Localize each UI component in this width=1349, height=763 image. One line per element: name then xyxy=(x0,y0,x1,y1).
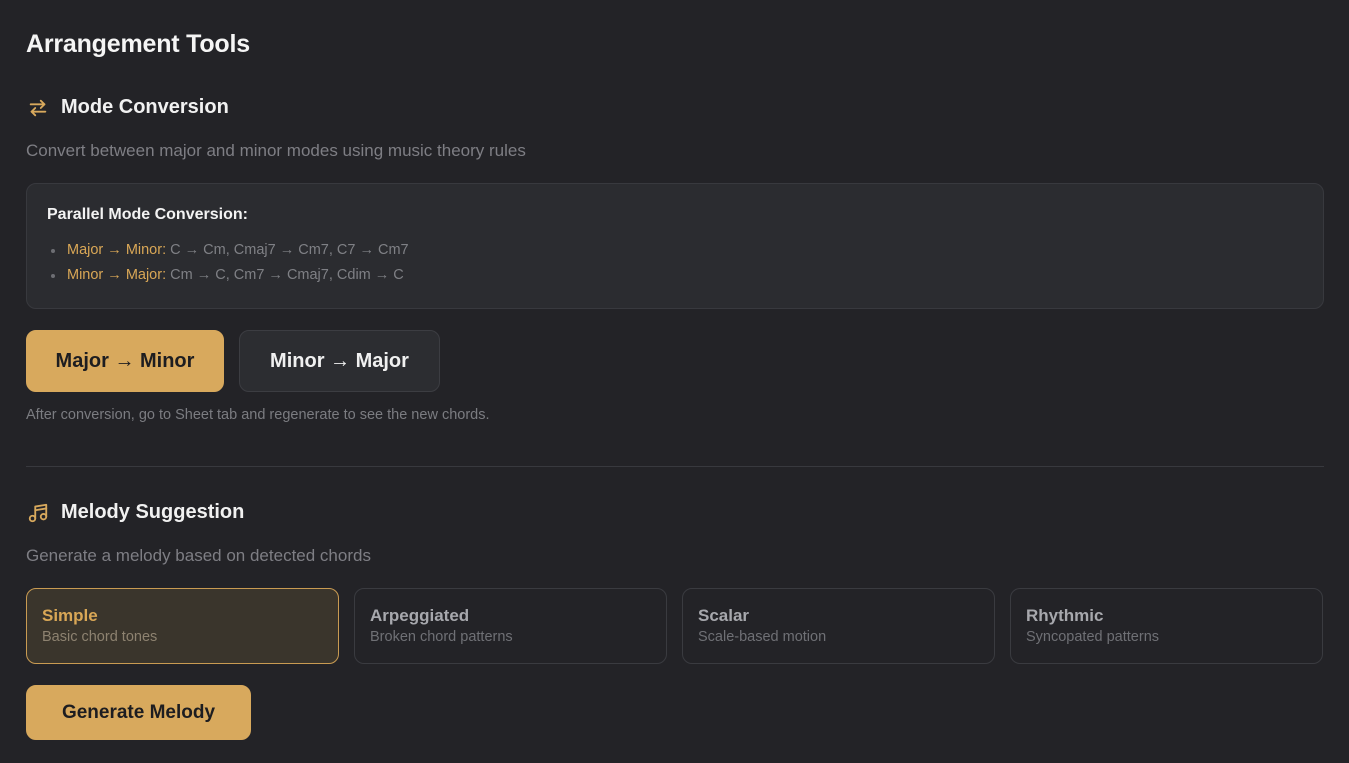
arrangement-tools-panel: Arrangement Tools Mode Conversion Conver… xyxy=(0,0,1349,763)
conversion-hint: After conversion, go to Sheet tab and re… xyxy=(26,407,490,423)
generate-melody-button[interactable]: Generate Melody xyxy=(26,685,251,740)
major-to-minor-button[interactable]: Major → Minor xyxy=(26,330,224,392)
rule-label: Minor → Major: xyxy=(67,267,167,283)
parallel-mode-info-box: Parallel Mode Conversion: Major → Minor:… xyxy=(26,183,1324,309)
style-title: Scalar xyxy=(698,606,750,625)
melody-style-arpeggiated[interactable]: Arpeggiated Broken chord patterns xyxy=(354,588,667,664)
conversion-rules-list: Major → Minor: C → Cm, Cmaj7 → Cm7, C7 →… xyxy=(47,238,1303,288)
mode-conversion-description: Convert between major and minor modes us… xyxy=(26,141,526,160)
list-item: Major → Minor: C → Cm, Cmaj7 → Cm7, C7 →… xyxy=(51,238,1303,263)
style-title: Rhythmic xyxy=(1026,606,1104,625)
music-notes-icon xyxy=(26,501,49,524)
rule-text: Cm → C, Cm7 → Cmaj7, Cdim → C xyxy=(170,267,404,283)
rule-label: Major → Minor: xyxy=(67,242,167,258)
info-box-title: Parallel Mode Conversion: xyxy=(47,206,248,223)
melody-suggestion-title: Melody Suggestion xyxy=(61,501,245,523)
melody-style-rhythmic[interactable]: Rhythmic Syncopated patterns xyxy=(1010,588,1323,664)
style-subtitle: Broken chord patterns xyxy=(370,629,513,645)
style-title: Arpeggiated xyxy=(370,606,470,625)
rule-text: C → Cm, Cmaj7 → Cm7, C7 → Cm7 xyxy=(170,242,409,258)
style-subtitle: Basic chord tones xyxy=(42,629,158,645)
minor-to-major-button[interactable]: Minor → Major xyxy=(239,330,440,392)
style-subtitle: Scale-based motion xyxy=(698,629,827,645)
arrows-swap-icon xyxy=(26,96,49,119)
melody-style-scalar[interactable]: Scalar Scale-based motion xyxy=(682,588,995,664)
page-title: Arrangement Tools xyxy=(26,30,250,58)
mode-conversion-header: Mode Conversion xyxy=(26,96,229,119)
melody-style-simple[interactable]: Simple Basic chord tones xyxy=(26,588,339,664)
melody-suggestion-description: Generate a melody based on detected chor… xyxy=(26,546,371,565)
style-subtitle: Syncopated patterns xyxy=(1026,629,1160,645)
melody-suggestion-header: Melody Suggestion xyxy=(26,501,244,524)
style-title: Simple xyxy=(42,606,98,625)
mode-conversion-title: Mode Conversion xyxy=(61,96,229,118)
list-item: Minor → Major: Cm → C, Cm7 → Cmaj7, Cdim… xyxy=(51,263,1303,288)
section-divider xyxy=(26,466,1324,467)
